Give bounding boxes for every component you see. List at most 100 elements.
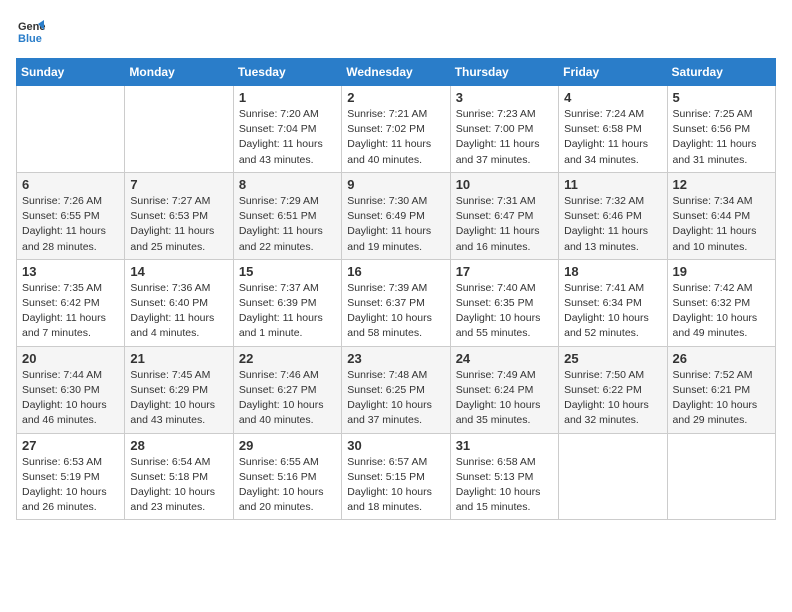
calendar-cell: 9 Sunrise: 7:30 AM Sunset: 6:49 PM Daylig… — [342, 172, 450, 259]
day-number: 2 — [347, 90, 444, 105]
svg-text:Blue: Blue — [18, 33, 42, 45]
day-number: 17 — [456, 264, 553, 279]
day-info: Sunrise: 7:35 AM Sunset: 6:42 PM Dayligh… — [22, 281, 119, 342]
calendar-cell: 20 Sunrise: 7:44 AM Sunset: 6:30 PM Dayli… — [17, 346, 125, 433]
calendar-cell — [559, 433, 667, 520]
day-number: 14 — [130, 264, 227, 279]
calendar-cell: 15 Sunrise: 7:37 AM Sunset: 6:39 PM Dayli… — [233, 259, 341, 346]
day-number: 29 — [239, 438, 336, 453]
day-number: 6 — [22, 177, 119, 192]
day-number: 28 — [130, 438, 227, 453]
calendar-cell: 28 Sunrise: 6:54 AM Sunset: 5:18 PM Dayli… — [125, 433, 233, 520]
day-number: 15 — [239, 264, 336, 279]
day-number: 11 — [564, 177, 661, 192]
day-info: Sunrise: 7:26 AM Sunset: 6:55 PM Dayligh… — [22, 194, 119, 255]
day-number: 4 — [564, 90, 661, 105]
logo-icon: General Blue — [16, 16, 46, 46]
calendar-cell: 24 Sunrise: 7:49 AM Sunset: 6:24 PM Dayli… — [450, 346, 558, 433]
calendar-cell: 27Sunrise: 6:53 AM Sunset: 5:19 PM Dayli… — [17, 433, 125, 520]
calendar-cell: 10 Sunrise: 7:31 AM Sunset: 6:47 PM Dayli… — [450, 172, 558, 259]
day-number: 31 — [456, 438, 553, 453]
calendar-cell: 23 Sunrise: 7:48 AM Sunset: 6:25 PM Dayli… — [342, 346, 450, 433]
day-info: Sunrise: 7:30 AM Sunset: 6:49 PM Dayligh… — [347, 194, 444, 255]
day-info: Sunrise: 7:23 AM Sunset: 7:00 PM Dayligh… — [456, 107, 553, 168]
day-number: 7 — [130, 177, 227, 192]
day-number: 21 — [130, 351, 227, 366]
day-number: 20 — [22, 351, 119, 366]
calendar-table: SundayMondayTuesdayWednesdayThursdayFrid… — [16, 58, 776, 520]
day-info: Sunrise: 7:39 AM Sunset: 6:37 PM Dayligh… — [347, 281, 444, 342]
calendar-cell: 16 Sunrise: 7:39 AM Sunset: 6:37 PM Dayli… — [342, 259, 450, 346]
day-number: 13 — [22, 264, 119, 279]
day-info: Sunrise: 7:25 AM Sunset: 6:56 PM Dayligh… — [673, 107, 770, 168]
day-number: 12 — [673, 177, 770, 192]
calendar-cell: 12 Sunrise: 7:34 AM Sunset: 6:44 PM Dayli… — [667, 172, 775, 259]
weekday-header-monday: Monday — [125, 59, 233, 86]
day-info: Sunrise: 7:45 AM Sunset: 6:29 PM Dayligh… — [130, 368, 227, 429]
day-number: 3 — [456, 90, 553, 105]
day-info: Sunrise: 6:58 AM Sunset: 5:13 PM Dayligh… — [456, 455, 553, 516]
calendar-cell: 30 Sunrise: 6:57 AM Sunset: 5:15 PM Dayli… — [342, 433, 450, 520]
day-info: Sunrise: 7:52 AM Sunset: 6:21 PM Dayligh… — [673, 368, 770, 429]
calendar-cell: 17 Sunrise: 7:40 AM Sunset: 6:35 PM Dayli… — [450, 259, 558, 346]
calendar-cell: 7 Sunrise: 7:27 AM Sunset: 6:53 PM Daylig… — [125, 172, 233, 259]
day-info: Sunrise: 7:49 AM Sunset: 6:24 PM Dayligh… — [456, 368, 553, 429]
day-number: 23 — [347, 351, 444, 366]
day-number: 30 — [347, 438, 444, 453]
day-number: 10 — [456, 177, 553, 192]
day-number: 19 — [673, 264, 770, 279]
weekday-header-tuesday: Tuesday — [233, 59, 341, 86]
day-info: Sunrise: 6:54 AM Sunset: 5:18 PM Dayligh… — [130, 455, 227, 516]
calendar-cell: 8 Sunrise: 7:29 AM Sunset: 6:51 PM Daylig… — [233, 172, 341, 259]
calendar-cell: 14 Sunrise: 7:36 AM Sunset: 6:40 PM Dayli… — [125, 259, 233, 346]
calendar-cell: 13 Sunrise: 7:35 AM Sunset: 6:42 PM Dayli… — [17, 259, 125, 346]
day-number: 5 — [673, 90, 770, 105]
calendar-cell: 26 Sunrise: 7:52 AM Sunset: 6:21 PM Dayli… — [667, 346, 775, 433]
day-info: Sunrise: 7:48 AM Sunset: 6:25 PM Dayligh… — [347, 368, 444, 429]
weekday-header-thursday: Thursday — [450, 59, 558, 86]
day-info: Sunrise: 7:41 AM Sunset: 6:34 PM Dayligh… — [564, 281, 661, 342]
day-number: 24 — [456, 351, 553, 366]
day-info: Sunrise: 7:34 AM Sunset: 6:44 PM Dayligh… — [673, 194, 770, 255]
calendar-cell: 5 Sunrise: 7:25 AM Sunset: 6:56 PM Daylig… — [667, 86, 775, 173]
calendar-cell: 11Sunrise: 7:32 AM Sunset: 6:46 PM Dayli… — [559, 172, 667, 259]
day-info: Sunrise: 7:37 AM Sunset: 6:39 PM Dayligh… — [239, 281, 336, 342]
day-info: Sunrise: 7:44 AM Sunset: 6:30 PM Dayligh… — [22, 368, 119, 429]
calendar-cell: 6 Sunrise: 7:26 AM Sunset: 6:55 PM Daylig… — [17, 172, 125, 259]
day-info: Sunrise: 7:29 AM Sunset: 6:51 PM Dayligh… — [239, 194, 336, 255]
calendar-cell: 31 Sunrise: 6:58 AM Sunset: 5:13 PM Dayli… — [450, 433, 558, 520]
day-info: Sunrise: 7:31 AM Sunset: 6:47 PM Dayligh… — [456, 194, 553, 255]
day-info: Sunrise: 7:20 AM Sunset: 7:04 PM Dayligh… — [239, 107, 336, 168]
day-number: 26 — [673, 351, 770, 366]
day-info: Sunrise: 6:55 AM Sunset: 5:16 PM Dayligh… — [239, 455, 336, 516]
page-header: General Blue — [16, 16, 776, 46]
day-info: Sunrise: 7:27 AM Sunset: 6:53 PM Dayligh… — [130, 194, 227, 255]
weekday-header-sunday: Sunday — [17, 59, 125, 86]
calendar-cell: 22 Sunrise: 7:46 AM Sunset: 6:27 PM Dayli… — [233, 346, 341, 433]
day-number: 1 — [239, 90, 336, 105]
calendar-cell: 2 Sunrise: 7:21 AM Sunset: 7:02 PM Daylig… — [342, 86, 450, 173]
day-number: 18 — [564, 264, 661, 279]
weekday-header-saturday: Saturday — [667, 59, 775, 86]
day-info: Sunrise: 7:40 AM Sunset: 6:35 PM Dayligh… — [456, 281, 553, 342]
calendar-cell: 21 Sunrise: 7:45 AM Sunset: 6:29 PM Dayli… — [125, 346, 233, 433]
day-number: 25 — [564, 351, 661, 366]
calendar-cell: 29 Sunrise: 6:55 AM Sunset: 5:16 PM Dayli… — [233, 433, 341, 520]
calendar-cell: 25 Sunrise: 7:50 AM Sunset: 6:22 PM Dayli… — [559, 346, 667, 433]
calendar-cell: 1 Sunrise: 7:20 AM Sunset: 7:04 PM Daylig… — [233, 86, 341, 173]
day-info: Sunrise: 7:24 AM Sunset: 6:58 PM Dayligh… — [564, 107, 661, 168]
day-info: Sunrise: 7:21 AM Sunset: 7:02 PM Dayligh… — [347, 107, 444, 168]
day-info: Sunrise: 7:50 AM Sunset: 6:22 PM Dayligh… — [564, 368, 661, 429]
day-info: Sunrise: 7:46 AM Sunset: 6:27 PM Dayligh… — [239, 368, 336, 429]
calendar-cell — [125, 86, 233, 173]
calendar-cell: 4 Sunrise: 7:24 AM Sunset: 6:58 PM Daylig… — [559, 86, 667, 173]
day-number: 16 — [347, 264, 444, 279]
day-number: 22 — [239, 351, 336, 366]
day-info: Sunrise: 7:36 AM Sunset: 6:40 PM Dayligh… — [130, 281, 227, 342]
calendar-cell — [17, 86, 125, 173]
calendar-cell: 3 Sunrise: 7:23 AM Sunset: 7:00 PM Daylig… — [450, 86, 558, 173]
day-number: 27 — [22, 438, 119, 453]
day-number: 9 — [347, 177, 444, 192]
day-number: 8 — [239, 177, 336, 192]
day-info: Sunrise: 6:57 AM Sunset: 5:15 PM Dayligh… — [347, 455, 444, 516]
